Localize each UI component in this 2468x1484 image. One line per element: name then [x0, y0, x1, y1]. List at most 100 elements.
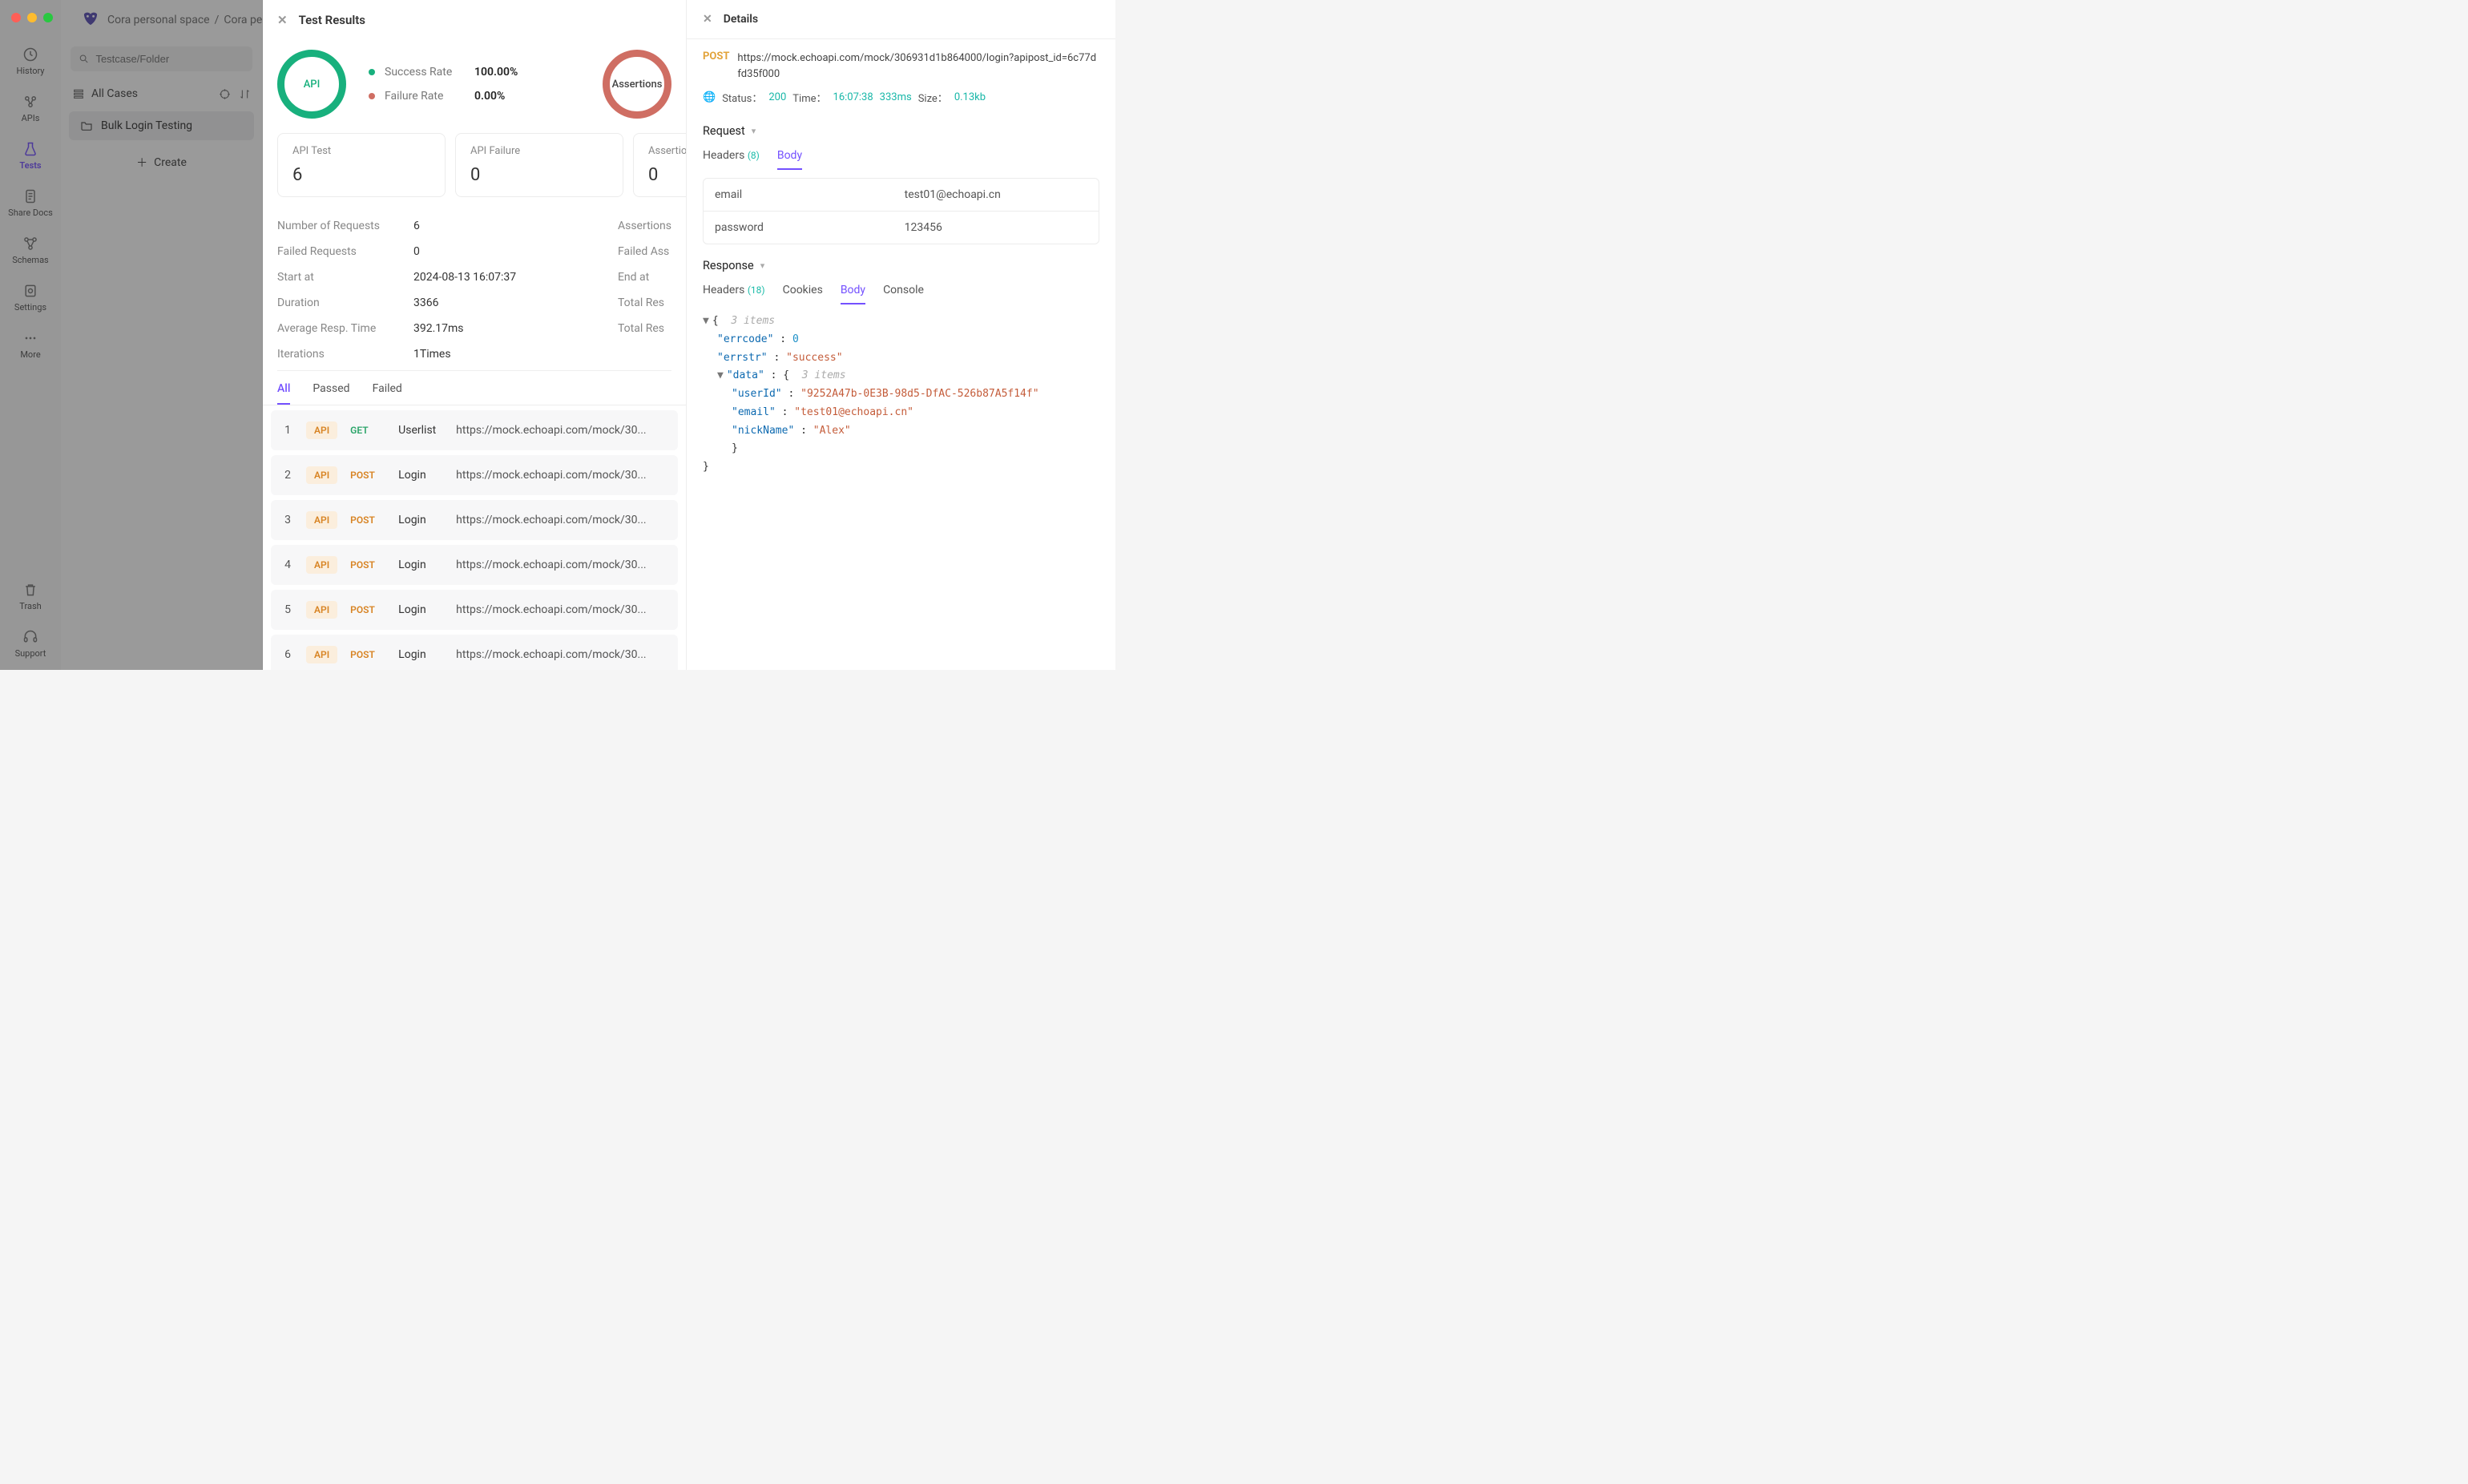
status-code: 200 — [768, 91, 786, 103]
request-body-table: email test01@echoapi.cn password 123456 — [703, 178, 1099, 244]
rate-value: 100.00% — [474, 66, 518, 79]
minimize-window-icon[interactable] — [27, 13, 37, 22]
kv-row: Failed Ass — [618, 239, 671, 264]
request-url: https://mock.echoapi.com/mock/306931d1b8… — [737, 50, 1099, 82]
row-method: POST — [350, 604, 385, 615]
tab-passed[interactable]: Passed — [313, 382, 349, 405]
kv-row: Number of Requests6 — [277, 213, 589, 239]
row-url: https://mock.echoapi.com/mock/30... — [456, 514, 667, 526]
result-row[interactable]: 5 API POST Login https://mock.echoapi.co… — [271, 590, 678, 630]
panel-title: Test Results — [299, 13, 365, 27]
kv-key: Failed Requests — [277, 245, 413, 258]
kv-key: Number of Requests — [277, 220, 413, 232]
kv-key: Assertions — [618, 220, 671, 232]
result-row[interactable]: 3 API POST Login https://mock.echoapi.co… — [271, 500, 678, 540]
kv-val: 392.17ms — [413, 322, 464, 335]
stat-value: 6 — [292, 165, 430, 185]
kv-key: Iterations — [277, 348, 413, 361]
kv-row: Assertions — [618, 213, 671, 239]
result-row[interactable]: 2 API POST Login https://mock.echoapi.co… — [271, 455, 678, 495]
stat-value: 0 — [470, 165, 608, 185]
kv-row: Start at2024-08-13 16:07:37 — [277, 264, 589, 290]
kv-key: End at — [618, 271, 649, 284]
api-badge: API — [306, 466, 337, 484]
api-badge: API — [306, 556, 337, 574]
window-controls[interactable] — [11, 13, 53, 22]
kv-key: Total Res — [618, 296, 664, 309]
rate-label: Success Rate — [385, 66, 465, 79]
tab-response-console[interactable]: Console — [883, 284, 924, 304]
chevron-down-icon: ▾ — [752, 126, 756, 136]
close-icon[interactable]: ✕ — [277, 13, 288, 27]
tab-response-headers[interactable]: Headers (18) — [703, 284, 765, 304]
row-index: 4 — [282, 559, 293, 571]
table-row: password 123456 — [704, 211, 1099, 244]
kv-row: Duration3366 — [277, 290, 589, 316]
caret-down-icon[interactable]: ▼ — [703, 315, 709, 327]
kv-val: 2024-08-13 16:07:37 — [413, 271, 516, 284]
rate-value: 0.00% — [474, 90, 505, 103]
kv-row: Failed Requests0 — [277, 239, 589, 264]
assertions-donut: Assertions — [603, 50, 671, 119]
api-badge: API — [306, 421, 337, 439]
row-method: POST — [350, 559, 385, 571]
kv-key: Duration — [277, 296, 413, 309]
api-badge: API — [306, 511, 337, 529]
kv-row: Total Res — [618, 316, 671, 341]
api-badge: API — [306, 646, 337, 663]
response-json: ▼{ 3 items "errcode" : 0 "errstr" : "suc… — [687, 304, 1115, 485]
row-name: Login — [398, 648, 443, 661]
rate-list: Success Rate 100.00% Failure Rate 0.00% — [369, 66, 518, 103]
status-label: Status： — [722, 90, 762, 105]
request-section-head[interactable]: Request ▾ — [687, 118, 1115, 144]
rate-label: Failure Rate — [385, 90, 465, 103]
tab-request-body[interactable]: Body — [777, 149, 802, 170]
tab-response-cookies[interactable]: Cookies — [783, 284, 823, 304]
request-method: POST — [703, 50, 729, 63]
row-index: 3 — [282, 514, 293, 526]
tab-failed[interactable]: Failed — [373, 382, 402, 405]
stat-value: 0 — [648, 165, 686, 185]
row-name: Login — [398, 603, 443, 616]
chevron-down-icon: ▾ — [760, 260, 765, 271]
stat-card: API Failure 0 — [455, 133, 623, 197]
row-name: Userlist — [398, 424, 443, 437]
size-label: Size： — [918, 90, 948, 105]
kv-row: End at — [618, 264, 671, 290]
time-label: Time： — [792, 90, 826, 105]
body-key: email — [704, 179, 893, 211]
tab-request-headers[interactable]: Headers (8) — [703, 149, 760, 170]
caret-down-icon[interactable]: ▼ — [717, 369, 724, 381]
row-url: https://mock.echoapi.com/mock/30... — [456, 648, 667, 661]
kv-key: Average Resp. Time — [277, 322, 413, 335]
close-icon[interactable]: ✕ — [703, 13, 712, 26]
failure-dot-icon — [369, 93, 375, 99]
row-index: 6 — [282, 648, 293, 661]
row-index: 5 — [282, 603, 293, 616]
body-val: test01@echoapi.cn — [893, 179, 1012, 211]
time-value: 16:07:38 — [833, 91, 873, 103]
duration-value: 333ms — [880, 91, 912, 103]
table-row: email test01@echoapi.cn — [704, 179, 1099, 211]
success-dot-icon — [369, 69, 375, 75]
row-name: Login — [398, 469, 443, 482]
result-row[interactable]: 4 API POST Login https://mock.echoapi.co… — [271, 545, 678, 585]
status-line: 🌐 Status： 200 Time： 16:07:38 333ms Size：… — [687, 87, 1115, 118]
size-value: 0.13kb — [954, 91, 986, 103]
kv-row: Average Resp. Time392.17ms — [277, 316, 589, 341]
row-url: https://mock.echoapi.com/mock/30... — [456, 603, 667, 616]
tab-response-body[interactable]: Body — [841, 284, 865, 304]
kv-val: 3366 — [413, 296, 438, 309]
result-row[interactable]: 6 API POST Login https://mock.echoapi.co… — [271, 635, 678, 670]
response-section-head[interactable]: Response ▾ — [687, 252, 1115, 279]
close-window-icon[interactable] — [11, 13, 21, 22]
row-url: https://mock.echoapi.com/mock/30... — [456, 424, 667, 437]
stat-card: API Test 6 — [277, 133, 446, 197]
tab-all[interactable]: All — [277, 382, 290, 405]
api-badge: API — [306, 601, 337, 619]
result-row[interactable]: 1 API GET Userlist https://mock.echoapi.… — [271, 410, 678, 450]
maximize-window-icon[interactable] — [43, 13, 53, 22]
row-method: POST — [350, 470, 385, 481]
row-method: POST — [350, 649, 385, 660]
body-val: 123456 — [893, 212, 954, 244]
